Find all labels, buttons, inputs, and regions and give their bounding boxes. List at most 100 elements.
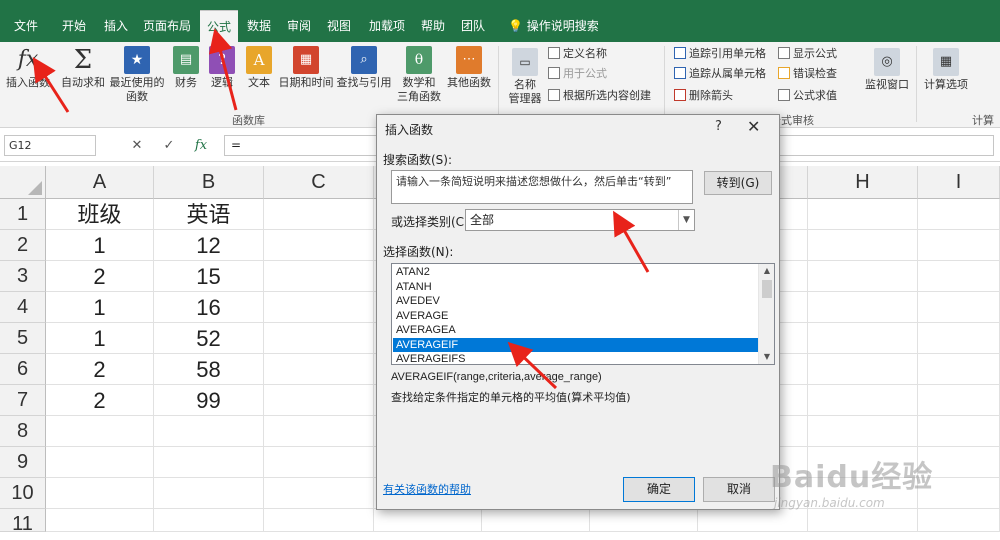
cell[interactable] [808, 230, 918, 261]
autosum-button[interactable]: Σ 自动求和 [58, 46, 108, 90]
cell[interactable] [264, 385, 374, 416]
cell[interactable] [918, 385, 1000, 416]
column-header[interactable]: B [154, 166, 264, 199]
cell[interactable] [154, 447, 264, 478]
category-select[interactable]: 全部 ▼ [465, 209, 695, 231]
column-header[interactable]: H [808, 166, 918, 199]
cell[interactable]: 1 [46, 292, 154, 323]
cell[interactable] [264, 416, 374, 447]
row-header[interactable]: 1 [0, 199, 46, 230]
row-header[interactable]: 5 [0, 323, 46, 354]
evaluate-formula-button[interactable]: 公式求值 [778, 88, 837, 104]
list-item[interactable]: AVERAGE [393, 309, 759, 324]
cell[interactable] [918, 292, 1000, 323]
cell[interactable] [918, 261, 1000, 292]
show-formulas-button[interactable]: 显示公式 [778, 46, 837, 62]
cell[interactable] [264, 199, 374, 230]
recent-functions-button[interactable]: ★ 最近使用的 函数 [108, 46, 166, 104]
list-item-selected[interactable]: AVERAGEIF [393, 337, 759, 352]
cancel-button[interactable]: 取消 [703, 477, 775, 502]
tab-home[interactable]: 开始 [54, 10, 94, 42]
cell[interactable]: 2 [46, 261, 154, 292]
row-header[interactable]: 4 [0, 292, 46, 323]
list-item[interactable]: AVERAGEIFS [393, 352, 759, 364]
cell[interactable] [264, 230, 374, 261]
help-icon[interactable]: ? [715, 119, 722, 134]
select-all-corner[interactable] [0, 166, 46, 199]
tab-page-layout[interactable]: 页面布局 [138, 10, 196, 42]
cell[interactable] [482, 509, 590, 532]
remove-arrows-button[interactable]: 删除箭头 [674, 88, 733, 104]
cell[interactable] [46, 478, 154, 509]
cell[interactable] [46, 416, 154, 447]
error-checking-button[interactable]: 错误检查 [778, 66, 837, 82]
tab-formulas[interactable]: 公式 [200, 10, 238, 42]
goto-button[interactable]: 转到(G) [704, 171, 772, 195]
cell[interactable] [154, 416, 264, 447]
logical-button[interactable]: ? 逻辑 [206, 46, 238, 90]
tab-help[interactable]: 帮助 [416, 10, 450, 42]
financial-button[interactable]: ▤ 财务 [168, 46, 204, 90]
cell[interactable]: 16 [154, 292, 264, 323]
name-box[interactable]: G12 [4, 135, 96, 156]
cell[interactable]: 12 [154, 230, 264, 261]
cell[interactable] [590, 509, 698, 532]
cell[interactable] [264, 509, 374, 532]
watch-window-button[interactable]: ◎ 监视窗口 [862, 48, 912, 92]
cell[interactable] [264, 261, 374, 292]
cell[interactable] [918, 416, 1000, 447]
row-header[interactable]: 8 [0, 416, 46, 447]
use-in-formula-button[interactable]: 用于公式 [548, 66, 607, 82]
cell[interactable] [154, 509, 264, 532]
function-help-link[interactable]: 有关该函数的帮助 [383, 481, 471, 497]
fx-icon[interactable]: fx [190, 135, 212, 156]
text-button[interactable]: A 文本 [242, 46, 276, 90]
lookup-button[interactable]: ⌕ 查找与引用 [336, 46, 392, 90]
cell[interactable]: 99 [154, 385, 264, 416]
cell[interactable] [698, 509, 808, 532]
cell[interactable] [154, 478, 264, 509]
trace-dependents-button[interactable]: 追踪从属单元格 [674, 66, 766, 82]
tab-insert[interactable]: 插入 [96, 10, 136, 42]
cell[interactable]: 58 [154, 354, 264, 385]
cell[interactable] [46, 509, 154, 532]
cell[interactable] [808, 385, 918, 416]
tell-me-search[interactable]: 💡 操作说明搜索 [508, 10, 599, 42]
cancel-icon[interactable]: ✕ [126, 135, 148, 156]
more-functions-button[interactable]: ⋯ 其他函数 [446, 46, 492, 90]
trace-precedents-button[interactable]: 追踪引用单元格 [674, 46, 766, 62]
cell[interactable]: 1 [46, 230, 154, 261]
chevron-down-icon[interactable]: ▼ [678, 210, 694, 230]
cell[interactable] [808, 354, 918, 385]
tab-addins[interactable]: 加载项 [364, 10, 410, 42]
row-header[interactable]: 7 [0, 385, 46, 416]
insert-function-button[interactable]: fx 插入函数 [4, 46, 52, 90]
column-header[interactable]: I [918, 166, 1000, 199]
tab-team[interactable]: 团队 [456, 10, 490, 42]
cell[interactable]: 52 [154, 323, 264, 354]
cell[interactable] [264, 447, 374, 478]
list-item[interactable]: AVERAGEA [393, 323, 759, 338]
cell[interactable] [918, 230, 1000, 261]
close-icon[interactable]: ✕ [747, 117, 760, 136]
scroll-up-icon[interactable]: ▲ [759, 264, 774, 278]
row-header[interactable]: 9 [0, 447, 46, 478]
row-header[interactable]: 11 [0, 509, 46, 535]
cell[interactable] [918, 199, 1000, 230]
cell[interactable] [264, 478, 374, 509]
cell[interactable] [264, 354, 374, 385]
define-name-button[interactable]: 定义名称 [548, 46, 607, 62]
tab-view[interactable]: 视图 [322, 10, 356, 42]
column-header[interactable]: C [264, 166, 374, 199]
row-header[interactable]: 6 [0, 354, 46, 385]
cell[interactable] [918, 509, 1000, 532]
cell[interactable] [808, 416, 918, 447]
row-header[interactable]: 3 [0, 261, 46, 292]
column-header[interactable]: A [46, 166, 154, 199]
cell[interactable]: 2 [46, 385, 154, 416]
row-header[interactable]: 10 [0, 478, 46, 509]
tab-file[interactable]: 文件 [6, 10, 46, 42]
tab-data[interactable]: 数据 [242, 10, 276, 42]
list-scrollbar[interactable]: ▲ ▼ [758, 264, 774, 364]
calc-options-button[interactable]: ▦ 计算选项 [920, 48, 972, 92]
